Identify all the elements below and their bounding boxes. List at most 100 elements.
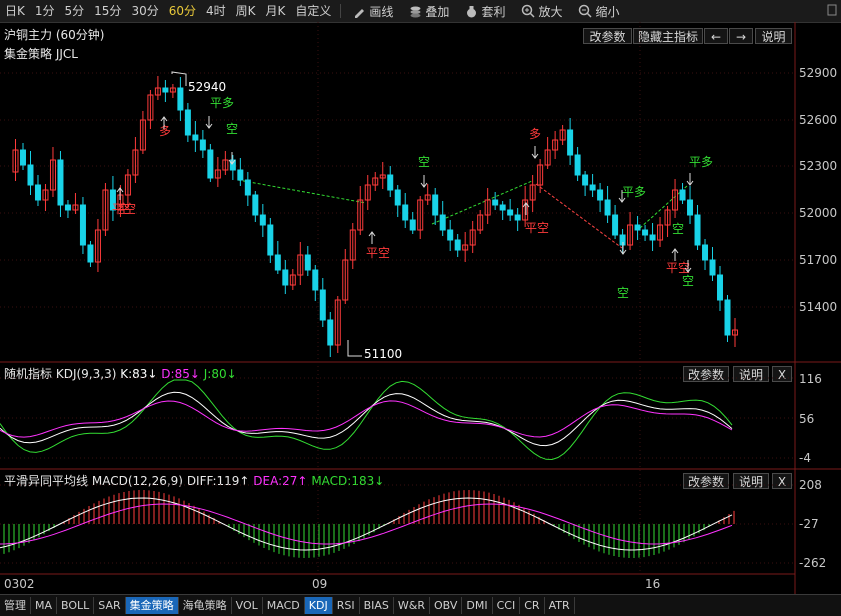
- tab-vol[interactable]: VOL: [232, 597, 263, 614]
- tab-kdj[interactable]: KDJ: [304, 597, 333, 614]
- tab-cci[interactable]: CCI: [493, 597, 521, 614]
- candle-body: [499, 204, 506, 211]
- candle-body: [312, 269, 319, 291]
- candle-body: [717, 274, 724, 301]
- candle-body: [439, 214, 446, 231]
- kdj-y-tick: 56: [799, 412, 814, 426]
- candle-body: [687, 199, 694, 216]
- kdj-lines: [0, 379, 733, 461]
- low-label: 51100: [364, 347, 402, 361]
- trade-signal: 空: [682, 274, 694, 288]
- candle-body: [567, 129, 574, 156]
- tab-ma[interactable]: MA: [31, 597, 58, 614]
- candle-body: [184, 109, 191, 136]
- candle-body: [694, 214, 701, 246]
- trade-signal: 多: [529, 127, 541, 141]
- candlesticks: [12, 76, 738, 357]
- candle-body: [274, 254, 281, 271]
- x-tick: 16: [645, 577, 660, 591]
- candle-body: [57, 159, 64, 206]
- kdj-y-tick: 116: [799, 372, 822, 386]
- candle-body: [79, 204, 86, 246]
- kdj-j-line: [0, 379, 733, 461]
- candle-body: [454, 239, 461, 251]
- candle-body: [327, 319, 334, 346]
- candle-body: [199, 139, 206, 151]
- y-tick: 51700: [799, 253, 837, 267]
- tab-turtle[interactable]: 海龟策略: [179, 597, 232, 614]
- macd-y-tick: 208: [799, 478, 822, 492]
- candle-body: [319, 289, 326, 321]
- candle-body: [259, 214, 266, 226]
- trade-signal: 平空: [366, 246, 390, 260]
- kdj-d-line: [0, 400, 733, 438]
- trade-signal: 空: [118, 202, 130, 216]
- candle-body: [702, 244, 709, 261]
- candle-body: [597, 189, 604, 201]
- tab-boll[interactable]: BOLL: [57, 597, 95, 614]
- indicator-tabs: 管理 MA BOLL SAR 集金策略 海龟策略 VOL MACD KDJ RS…: [0, 594, 841, 616]
- candle-body: [19, 149, 26, 166]
- tab-wr[interactable]: W&R: [394, 597, 430, 614]
- macd-diff-line: [0, 497, 733, 551]
- candle-body: [724, 299, 731, 336]
- candle-body: [402, 204, 409, 221]
- high-label: 52940: [188, 80, 226, 94]
- trade-signal: 空: [226, 122, 238, 136]
- trade-signal: 平多: [689, 155, 713, 169]
- candle-body: [409, 219, 416, 231]
- candle-body: [709, 259, 716, 276]
- macd-y-tick: -27: [799, 517, 819, 531]
- candle-body: [162, 87, 169, 93]
- candle-body: [589, 184, 596, 191]
- candle-body: [237, 169, 244, 181]
- tab-jjcl[interactable]: 集金策略: [125, 597, 179, 614]
- tab-manage[interactable]: 管理: [0, 597, 31, 614]
- candle-body: [282, 269, 289, 286]
- tab-bias[interactable]: BIAS: [360, 597, 394, 614]
- candle-body: [34, 184, 41, 201]
- candle-body: [649, 234, 656, 241]
- candle-body: [207, 149, 214, 179]
- candle-body: [192, 134, 199, 141]
- trade-signal: 空: [617, 286, 629, 300]
- candle-body: [304, 254, 311, 271]
- candle-body: [432, 194, 439, 216]
- tab-dmi[interactable]: DMI: [462, 597, 493, 614]
- candle-body: [679, 189, 686, 201]
- tab-rsi[interactable]: RSI: [333, 597, 360, 614]
- trade-signal: 平空: [525, 221, 549, 235]
- macd-lines: [0, 497, 733, 551]
- x-tick: 0302: [4, 577, 35, 591]
- kdj-y-tick: -4: [799, 451, 811, 465]
- tab-macd[interactable]: MACD: [263, 597, 305, 614]
- trade-signal: 多: [159, 124, 171, 138]
- candle-body: [87, 244, 94, 263]
- candle-body: [574, 154, 581, 176]
- tab-sar[interactable]: SAR: [94, 597, 126, 614]
- trade-signal: 平空: [666, 261, 690, 275]
- candle-body: [612, 214, 619, 236]
- tab-atr[interactable]: ATR: [545, 597, 575, 614]
- tab-cr[interactable]: CR: [520, 597, 545, 614]
- macd-dea-line: [0, 503, 733, 545]
- candle-body: [27, 164, 34, 186]
- candle-body: [492, 199, 499, 206]
- candle-body: [387, 174, 394, 191]
- chart-canvas[interactable]: 52900 52600 52300 52000 51700 51400 116 …: [0, 0, 841, 594]
- y-tick: 52000: [799, 206, 837, 220]
- y-tick: 52300: [799, 159, 837, 173]
- candle-body: [267, 224, 274, 256]
- candle-body: [604, 199, 611, 216]
- trade-signal: 平多: [622, 185, 646, 199]
- candle-body: [514, 214, 521, 221]
- trade-signal: 平多: [210, 96, 234, 110]
- candle-body: [229, 159, 236, 171]
- trade-signal: 空: [418, 155, 430, 169]
- candle-body: [64, 204, 71, 211]
- candle-body: [394, 189, 401, 206]
- candle-body: [507, 209, 514, 216]
- trade-signals: 多平多空平空平空空多平空空平多空平多空平空空: [112, 96, 713, 300]
- candle-body: [252, 194, 259, 216]
- tab-obv[interactable]: OBV: [430, 597, 463, 614]
